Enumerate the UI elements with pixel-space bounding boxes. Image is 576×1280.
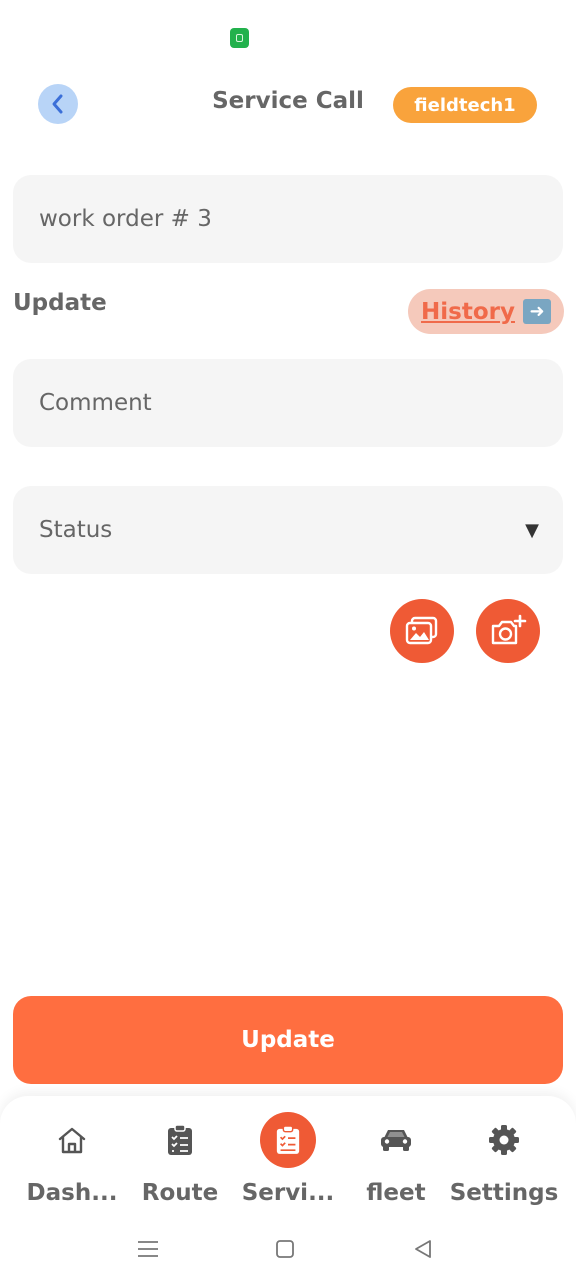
nav-label-route: Route <box>141 1180 219 1206</box>
nav-label-service: Servi... <box>241 1180 335 1206</box>
dropdown-caret-icon: ▼ <box>525 519 539 541</box>
app-notification-icon <box>230 28 249 48</box>
status-value: Status <box>39 517 113 543</box>
user-badge: fieldtech1 <box>393 87 537 123</box>
back-button[interactable] <box>38 84 78 124</box>
history-label: History <box>421 298 515 325</box>
comment-placeholder: Comment <box>39 390 152 416</box>
update-button-label: Update <box>241 1027 335 1053</box>
nav-item-settings[interactable]: Settings <box>448 1112 560 1212</box>
back-triangle-icon[interactable] <box>408 1234 438 1264</box>
nav-label-dashboard: Dash... <box>26 1180 118 1206</box>
chevron-left-icon <box>52 94 63 114</box>
bottom-nav: Dash... Route Servi... fleet Settings <box>0 1096 576 1226</box>
camera-button[interactable] <box>476 599 540 663</box>
camera-add-icon <box>491 614 527 645</box>
work-order-value: work order # 3 <box>39 206 212 232</box>
nav-label-fleet: fleet <box>366 1180 426 1206</box>
status-dropdown[interactable]: Status ▼ <box>13 486 563 574</box>
history-button[interactable]: History ➜ <box>408 289 564 334</box>
home-square-icon[interactable] <box>270 1234 300 1264</box>
clipboard-check-icon <box>168 1124 192 1155</box>
nav-item-route[interactable]: Route <box>124 1112 236 1212</box>
update-section-label: Update <box>13 290 107 316</box>
system-navigation-bar <box>0 1226 576 1280</box>
menu-icon[interactable] <box>133 1234 163 1264</box>
service-call-screen: Service Call fieldtech1 work order # 3 U… <box>0 0 576 1280</box>
home-icon <box>58 1127 86 1154</box>
nav-item-dashboard[interactable]: Dash... <box>16 1112 128 1212</box>
nav-item-service[interactable]: Servi... <box>232 1112 344 1212</box>
nav-label-settings: Settings <box>449 1180 559 1206</box>
image-gallery-icon <box>405 616 438 645</box>
car-icon <box>381 1130 411 1151</box>
gallery-button[interactable] <box>390 599 454 663</box>
work-order-field: work order # 3 <box>13 175 563 263</box>
page-title: Service Call <box>212 88 364 114</box>
comment-input[interactable]: Comment <box>13 359 563 447</box>
nav-item-fleet[interactable]: fleet <box>340 1112 452 1212</box>
clipboard-list-icon <box>276 1125 300 1154</box>
update-button[interactable]: Update <box>13 996 563 1084</box>
arrow-right-icon: ➜ <box>522 299 551 324</box>
gear-icon <box>489 1125 519 1155</box>
